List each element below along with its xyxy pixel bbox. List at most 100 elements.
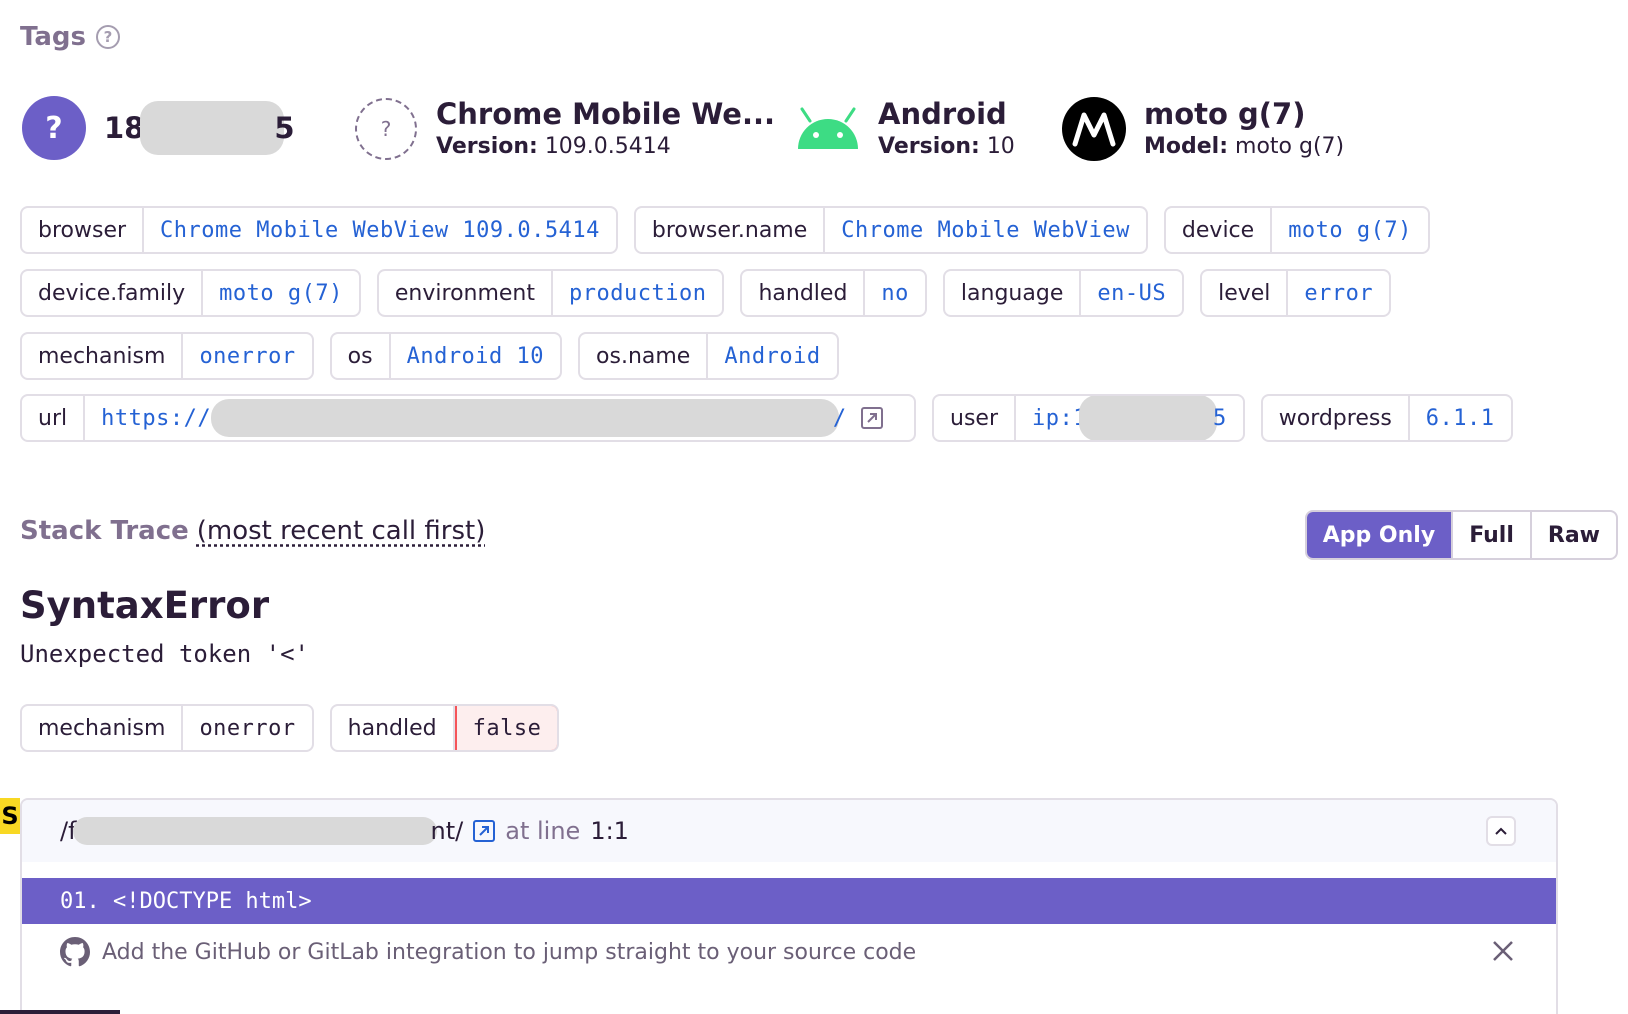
tag-os[interactable]: os Android 10 <box>329 332 563 380</box>
user-title-start: 18 <box>104 111 145 145</box>
browser-version-value: 109.0.5414 <box>544 134 671 159</box>
question-mark-icon: ? <box>22 96 86 160</box>
tag-device-family[interactable]: device.family moto g(7) <box>20 269 361 317</box>
tag-level[interactable]: level error <box>1200 269 1392 317</box>
external-link-icon[interactable] <box>473 820 496 842</box>
tag-value[interactable]: error <box>1288 271 1389 315</box>
context-os[interactable]: Android Version: 10 <box>796 96 1015 162</box>
mechanism-pill[interactable]: mechanism onerror <box>20 704 314 752</box>
tag-key: browser.name <box>636 208 826 252</box>
view-raw-button[interactable]: Raw <box>1529 512 1616 558</box>
tags-title: Tags <box>20 22 87 52</box>
frame-header[interactable]: /f nt/ at line 1:1 <box>22 800 1556 862</box>
tag-key: os.name <box>580 334 709 378</box>
pill-value: onerror <box>199 715 296 741</box>
android-icon <box>796 97 860 161</box>
exception-message: Unexpected token '<' <box>20 640 309 668</box>
tag-mechanism[interactable]: mechanism onerror <box>20 332 314 380</box>
context-summary: ? 18 5 ? Chrome Mobile We... Version: 10… <box>20 96 1608 166</box>
context-device[interactable]: moto g(7) Model: moto g(7) <box>1062 96 1344 162</box>
integration-text[interactable]: Add the GitHub or GitLab integration to … <box>102 940 916 965</box>
github-icon <box>60 937 90 967</box>
tag-os-name[interactable]: os.name Android <box>578 332 839 380</box>
browser-title: Chrome Mobile We... <box>436 97 775 131</box>
tag-value[interactable]: Chrome Mobile WebView <box>825 208 1146 252</box>
external-link-icon[interactable] <box>860 407 883 429</box>
scroll-indicator <box>0 1010 120 1014</box>
line-column: 1:1 <box>590 817 629 845</box>
unknown-browser-icon: ? <box>355 98 417 160</box>
tag-key: mechanism <box>22 334 184 378</box>
motorola-icon <box>1062 97 1126 161</box>
tag-key: device.family <box>22 271 204 315</box>
stack-view-toggle: App Only Full Raw <box>1304 510 1618 560</box>
tag-row: browser Chrome Mobile WebView 109.0.5414… <box>20 206 1430 254</box>
tag-browser[interactable]: browser Chrome Mobile WebView 109.0.5414 <box>20 206 618 254</box>
device-title: moto g(7) <box>1144 97 1306 131</box>
browser-icon-wrap: ? <box>354 97 418 161</box>
tag-value[interactable]: https://c / <box>85 396 914 440</box>
user-avatar: ? <box>22 96 86 160</box>
tag-row: url https://c / user ip:1 5 wordpress 6.… <box>20 394 1513 442</box>
tag-key: user <box>934 396 1016 440</box>
tag-url[interactable]: url https://c / <box>20 394 916 442</box>
tag-row: device.family moto g(7) environment prod… <box>20 269 1392 317</box>
stack-trace-subtitle[interactable]: (most recent call first) <box>197 516 486 546</box>
pill-key: handled <box>332 706 455 750</box>
tag-row: mechanism onerror os Android 10 os.name … <box>20 332 839 380</box>
context-browser[interactable]: ? Chrome Mobile We... Version: 109.0.541… <box>354 96 775 162</box>
stack-trace-heading: Stack Trace (most recent call first) <box>20 516 485 546</box>
tag-key: handled <box>742 271 866 315</box>
device-model-value: moto g(7) <box>1235 134 1345 159</box>
source-badge: S <box>0 798 20 834</box>
tags-heading: Tags ? <box>20 22 121 52</box>
os-version-label: Version: <box>878 134 980 159</box>
exception-type: SyntaxError <box>20 584 270 627</box>
exception-mechanism-row: mechanism onerror handled false <box>20 704 560 752</box>
tag-value[interactable]: onerror <box>183 334 311 378</box>
device-model-label: Model: <box>1144 134 1229 159</box>
tag-value[interactable]: moto g(7) <box>1272 208 1428 252</box>
chevron-up-icon <box>1495 827 1507 835</box>
tag-key: os <box>332 334 391 378</box>
tag-language[interactable]: language en-US <box>942 269 1185 317</box>
at-line-label: at line <box>505 817 581 845</box>
tag-device[interactable]: device moto g(7) <box>1163 206 1430 254</box>
view-full-button[interactable]: Full <box>1451 512 1530 558</box>
tag-environment[interactable]: environment production <box>376 269 725 317</box>
tag-browser-name[interactable]: browser.name Chrome Mobile WebView <box>633 206 1148 254</box>
browser-version-label: Version: <box>436 134 538 159</box>
tag-user[interactable]: user ip:1 5 <box>932 394 1245 442</box>
stack-frame: /f nt/ at line 1:1 01. <!DOCTYPE html> A… <box>20 798 1558 1014</box>
redacted-block <box>72 817 437 845</box>
handled-pill[interactable]: handled false <box>329 704 560 752</box>
tag-value[interactable]: en-US <box>1081 271 1182 315</box>
tag-key: browser <box>22 208 145 252</box>
user-title-end: 5 <box>274 111 295 145</box>
tag-value[interactable]: production <box>553 271 722 315</box>
frame-path-end: nt/ <box>430 817 464 845</box>
context-user[interactable]: ? 18 5 <box>22 96 295 160</box>
collapse-frame-button[interactable] <box>1486 816 1516 846</box>
tag-key: url <box>22 396 86 440</box>
view-app-only-button[interactable]: App Only <box>1306 512 1452 558</box>
tag-key: level <box>1202 271 1289 315</box>
question-circle-icon[interactable]: ? <box>96 25 121 49</box>
tag-value[interactable]: Chrome Mobile WebView 109.0.5414 <box>144 208 616 252</box>
tag-value[interactable]: Android 10 <box>391 334 560 378</box>
tag-value[interactable]: 6.1.1 <box>1410 396 1511 440</box>
tag-value[interactable]: no <box>865 271 924 315</box>
pill-key: mechanism <box>22 706 184 750</box>
tag-handled[interactable]: handled no <box>740 269 927 317</box>
close-icon[interactable] <box>1490 938 1516 970</box>
tag-key: device <box>1166 208 1273 252</box>
tag-value[interactable]: ip:1 5 <box>1016 396 1243 440</box>
tag-value[interactable]: moto g(7) <box>203 271 359 315</box>
tag-wordpress[interactable]: wordpress 6.1.1 <box>1260 394 1513 442</box>
pill-value: false <box>454 706 558 750</box>
tag-value[interactable]: Android <box>708 334 836 378</box>
stack-trace-title: Stack Trace <box>20 516 189 546</box>
os-version-value: 10 <box>986 134 1015 159</box>
redacted-block <box>210 399 839 437</box>
redacted-block <box>140 101 285 155</box>
